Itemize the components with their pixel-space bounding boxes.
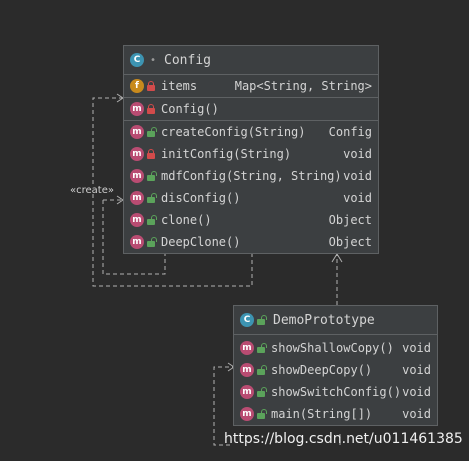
method-name: mdfConfig(String, String): [161, 169, 342, 183]
public-lock-icon: [257, 387, 267, 397]
method-type: void: [402, 341, 431, 355]
constructor-name: Config(): [161, 102, 219, 116]
demo-class-box[interactable]: C DemoPrototype m showShallowCopy() void…: [233, 305, 438, 426]
watermark-url: https://blog.csdn.net/u011461385: [224, 431, 463, 447]
method-type: void: [402, 407, 431, 421]
method-icon: m: [130, 169, 144, 183]
method-type: Config: [328, 125, 372, 139]
demo-method-row[interactable]: m main(String[]) void: [234, 403, 437, 425]
method-icon: m: [240, 363, 254, 377]
config-method-row[interactable]: m initConfig(String) void: [124, 143, 378, 165]
field-icon: f: [130, 79, 144, 93]
method-icon: m: [130, 102, 144, 116]
demo-method-row[interactable]: m showSwitchConfig() void: [234, 381, 437, 403]
method-name: showShallowCopy(): [271, 341, 394, 355]
method-name: main(String[]): [271, 407, 373, 421]
config-method-row[interactable]: m DeepClone() Object: [124, 231, 378, 253]
private-lock-icon: [147, 149, 155, 159]
demo-method-row[interactable]: m showDeepCopy() void: [234, 359, 437, 381]
config-class-box[interactable]: C • Config f items Map<String, String> m…: [123, 45, 379, 254]
demo-methods: m showShallowCopy() void m showDeepCopy(…: [234, 335, 437, 425]
public-lock-icon: [147, 127, 157, 137]
method-icon: m: [240, 341, 254, 355]
class-icon: C: [240, 313, 254, 327]
create-loop: [92, 97, 123, 184]
method-icon: m: [240, 385, 254, 399]
config-title: Config: [164, 52, 211, 68]
public-lock-icon: [257, 365, 267, 375]
public-lock-icon: [257, 343, 267, 353]
demo-header: C DemoPrototype: [234, 306, 437, 335]
method-name: showDeepCopy(): [271, 363, 373, 377]
visibility-dot-icon: •: [150, 54, 157, 66]
method-type: Object: [328, 235, 372, 249]
config-constructor[interactable]: m Config(): [124, 97, 378, 120]
private-lock-icon: [147, 104, 155, 114]
method-icon: m: [240, 407, 254, 421]
method-icon: m: [130, 147, 144, 161]
method-type: void: [402, 385, 431, 399]
method-name: disConfig(): [161, 191, 241, 205]
class-icon: C: [130, 53, 144, 67]
public-lock-icon: [257, 315, 267, 325]
field-type: Map<String, String>: [234, 79, 372, 93]
public-lock-icon: [147, 237, 157, 247]
method-icon: m: [130, 235, 144, 249]
method-name: createConfig(String): [161, 125, 306, 139]
method-type: Object: [328, 213, 372, 227]
method-type: void: [402, 363, 431, 377]
demo-method-row[interactable]: m showShallowCopy() void: [234, 337, 437, 359]
private-lock-icon: [147, 81, 155, 91]
method-name: initConfig(String): [161, 147, 292, 161]
config-field-items[interactable]: f items Map<String, String>: [124, 75, 378, 97]
method-name: DeepClone(): [161, 235, 241, 249]
method-type: void: [343, 191, 372, 205]
config-method-row[interactable]: m createConfig(String) Config: [124, 121, 378, 143]
public-lock-icon: [257, 409, 267, 419]
method-type: void: [343, 147, 372, 161]
method-icon: m: [130, 191, 144, 205]
method-name: clone(): [161, 213, 212, 227]
create-label: «create»: [70, 185, 114, 196]
method-type: void: [343, 169, 372, 183]
config-method-row[interactable]: m mdfConfig(String, String) void: [124, 165, 378, 187]
field-name: items: [161, 79, 198, 93]
public-lock-icon: [147, 193, 157, 203]
method-icon: m: [130, 125, 144, 139]
public-lock-icon: [147, 215, 157, 225]
method-icon: m: [130, 213, 144, 227]
demo-title: DemoPrototype: [273, 312, 375, 328]
config-method-row[interactable]: m disConfig() void: [124, 187, 378, 209]
public-lock-icon: [147, 171, 157, 181]
config-method-row[interactable]: m clone() Object: [124, 209, 378, 231]
config-methods: m createConfig(String) Config m initConf…: [124, 120, 378, 253]
method-name: showSwitchConfig(): [271, 385, 402, 399]
config-header: C • Config: [124, 46, 378, 75]
